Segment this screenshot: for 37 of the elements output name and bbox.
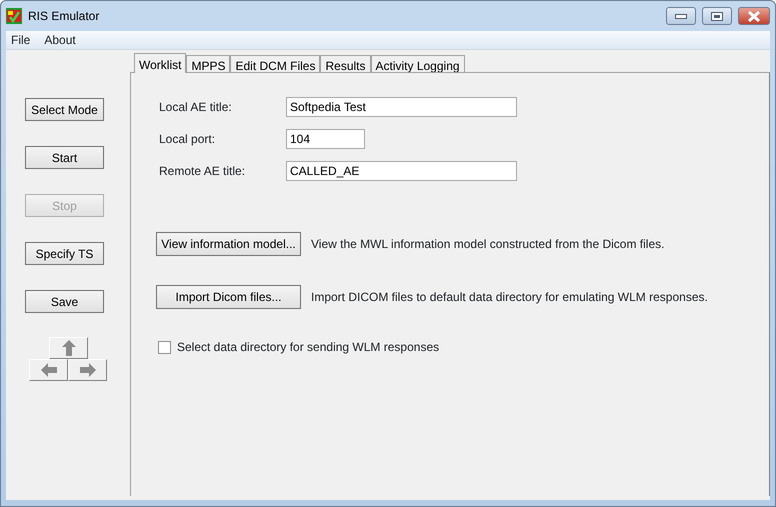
action-description: Import DICOM files to default data directory for emulating WLM responses. xyxy=(311,289,708,306)
text-field[interactable]: Softpedia Test xyxy=(286,97,517,117)
field-label: Local port: xyxy=(159,131,216,148)
maximize-icon xyxy=(711,12,723,20)
close-icon xyxy=(747,10,761,22)
menu-item[interactable]: File xyxy=(11,31,30,49)
right-arrow-icon xyxy=(78,361,96,379)
checkbox-label[interactable]: Select data directory for sending WLM responses xyxy=(177,338,440,356)
field-label: Local AE title: xyxy=(159,99,233,116)
action-button[interactable]: View information model... xyxy=(156,232,301,256)
tab[interactable]: MPPS xyxy=(186,55,230,72)
action-description: View the MWL information model constructed from the Dicom files. xyxy=(311,236,664,253)
tab[interactable]: Results xyxy=(320,55,370,72)
side-button[interactable]: Specify TS xyxy=(25,242,104,265)
window-title: RIS Emulator xyxy=(28,8,100,25)
menu-item[interactable]: About xyxy=(44,31,76,49)
left-arrow-button[interactable] xyxy=(29,359,68,381)
tab[interactable]: Worklist xyxy=(134,53,186,73)
minimize-button[interactable] xyxy=(666,7,696,25)
tab[interactable]: Activity Logging xyxy=(370,55,465,72)
checkbox[interactable] xyxy=(158,340,171,354)
left-arrow-icon xyxy=(40,361,58,379)
tab[interactable]: Edit DCM Files xyxy=(230,55,320,72)
up-arrow-icon xyxy=(60,339,78,357)
text-field[interactable]: 104 xyxy=(286,129,365,149)
text-field[interactable]: CALLED_AE xyxy=(286,161,517,181)
side-button[interactable]: Select Mode xyxy=(25,98,104,121)
close-button[interactable] xyxy=(738,7,770,25)
side-button[interactable]: Start xyxy=(25,146,104,169)
up-arrow-button[interactable] xyxy=(49,337,88,359)
action-button[interactable]: Import Dicom files... xyxy=(156,285,301,309)
minimize-icon xyxy=(675,14,687,18)
maximize-button[interactable] xyxy=(702,7,732,25)
field-label: Remote AE title: xyxy=(159,163,246,180)
side-button[interactable]: Save xyxy=(25,290,104,313)
right-arrow-button[interactable] xyxy=(68,359,107,381)
app-icon xyxy=(6,8,22,24)
